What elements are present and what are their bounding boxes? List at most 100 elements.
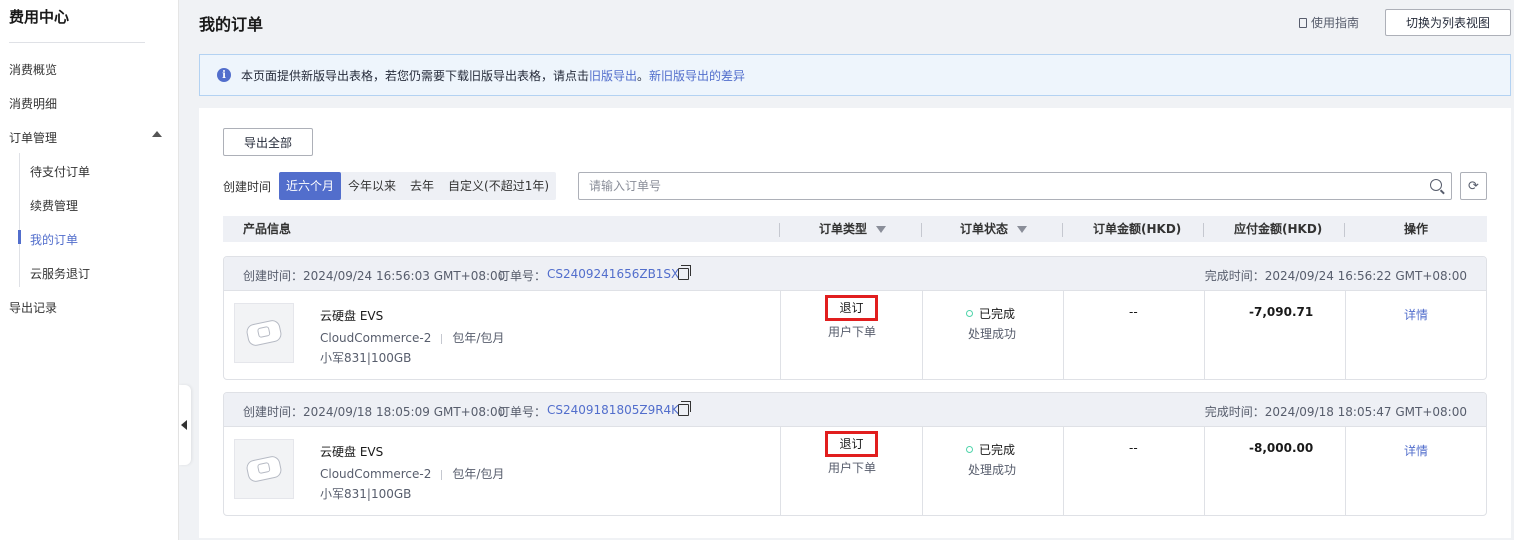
order-number-label: 订单号： (498, 405, 547, 419)
sidebar-divider (9, 42, 145, 43)
product-spec: 小军831|100GB (320, 351, 412, 365)
user-guide-link[interactable]: 使用指南 (1299, 14, 1359, 31)
status-dot-icon (966, 446, 973, 453)
column-actions: 操作 (1404, 222, 1429, 236)
order-type-highlight: 退订 (825, 295, 878, 321)
sidebar-item-renewal[interactable]: 续费管理 (30, 197, 78, 214)
cell-divider (1204, 291, 1205, 379)
time-range-last-six-months[interactable]: 近六个月 (279, 172, 342, 200)
cell-divider (922, 291, 923, 379)
time-range-this-year[interactable]: 今年以来 (341, 172, 403, 200)
filter-icon[interactable] (876, 226, 887, 233)
column-payable-amount: 应付金额(HKD) (1234, 222, 1323, 236)
page-title: 我的订单 (199, 15, 264, 34)
user-guide-label: 使用指南 (1311, 16, 1360, 30)
column-order-amount: 订单金额(HKD) (1093, 222, 1182, 236)
sidebar-item-order-management[interactable]: 订单管理 (9, 129, 57, 146)
order-status-label: 已完成 (979, 443, 1016, 457)
sidebar-item-pending-orders[interactable]: 待支付订单 (30, 163, 90, 180)
product-name: 云硬盘 EVS (320, 445, 384, 459)
order-type-highlight: 退订 (825, 431, 878, 457)
order-header: 创建时间：2024/09/24 16:56:03 GMT+08:00 订单号： … (224, 257, 1486, 291)
export-all-button[interactable]: 导出全部 (223, 128, 313, 156)
filter-icon[interactable] (1017, 226, 1028, 233)
column-separator (921, 223, 922, 237)
order-type-sub: 用户下单 (827, 461, 876, 475)
refresh-icon: ⟳ (1468, 178, 1479, 194)
product-name: 云硬盘 EVS (320, 309, 384, 323)
sidebar-item-my-orders[interactable]: 我的订单 (30, 231, 78, 248)
order-status: 已完成 (966, 305, 1015, 322)
column-order-type-label: 订单类型 (819, 222, 868, 236)
sidebar: 费用中心 消费概览 消费明细 订单管理 待支付订单 续费管理 我的订单 云服务退… (0, 0, 179, 540)
banner-text: 本页面提供新版导出表格，若您仍需要下载旧版导出表格，请点击 (241, 68, 590, 83)
payable-amount: -7,090.71 (1249, 305, 1314, 319)
product-thumbnail (234, 439, 294, 499)
column-order-status-label: 订单状态 (960, 222, 1009, 236)
sidebar-item-consumption-details[interactable]: 消费明细 (9, 95, 57, 112)
order-search-box (578, 172, 1452, 200)
sidebar-title: 费用中心 (9, 8, 70, 26)
order-completed-time: 完成时间：2024/09/18 18:05:47 GMT+08:00 (1204, 405, 1467, 419)
export-diff-link[interactable]: 新旧版导出的差异 (649, 67, 745, 84)
order-search-input[interactable] (579, 173, 1409, 199)
details-link[interactable]: 详情 (1404, 306, 1428, 323)
column-product-info: 产品信息 (243, 222, 292, 236)
table-row: 云硬盘 EVS CloudCommerce-2 包年/包月 小军831|100GB… (224, 291, 1486, 379)
product-thumbnail (234, 303, 294, 363)
time-range-custom[interactable]: 自定义(不超过1年) (441, 172, 556, 200)
sidebar-item-export-records[interactable]: 导出记录 (9, 299, 57, 316)
cell-divider (922, 427, 923, 515)
column-order-status: 订单状态 (960, 216, 1028, 242)
switch-list-view-button[interactable]: 切换为列表视图 (1385, 9, 1511, 36)
details-link[interactable]: 详情 (1404, 442, 1428, 459)
product-meta: CloudCommerce-2 包年/包月 (320, 329, 504, 346)
copy-icon[interactable] (678, 265, 691, 280)
order-status-sub: 处理成功 (968, 327, 1017, 341)
order-status: 已完成 (966, 441, 1015, 458)
copy-icon[interactable] (678, 401, 691, 416)
active-indicator (18, 230, 21, 244)
cell-divider (1345, 427, 1346, 515)
product-spec: 小军831|100GB (320, 487, 412, 501)
created-time-label: 创建时间 (223, 180, 272, 194)
table-row: 云硬盘 EVS CloudCommerce-2 包年/包月 小军831|100GB… (224, 427, 1486, 515)
order-type-sub: 用户下单 (827, 325, 876, 339)
product-region: CloudCommerce-2 (320, 331, 432, 345)
sidebar-item-consumption-overview[interactable]: 消费概览 (9, 61, 57, 78)
payable-amount: -8,000.00 (1249, 441, 1314, 455)
refresh-button[interactable]: ⟳ (1460, 172, 1487, 200)
time-range-last-year[interactable]: 去年 (403, 172, 441, 200)
status-dot-icon (966, 310, 973, 317)
cell-divider (1204, 427, 1205, 515)
column-separator (1344, 223, 1345, 237)
submenu-line (19, 153, 20, 287)
product-billing: 包年/包月 (452, 331, 505, 345)
order-header: 创建时间：2024/09/18 18:05:09 GMT+08:00 订单号： … (224, 393, 1486, 427)
order-created-time: 创建时间：2024/09/18 18:05:09 GMT+08:00 (243, 405, 506, 419)
column-separator (1062, 223, 1063, 237)
cloud-disk-icon (245, 454, 283, 484)
chevron-up-icon[interactable] (152, 131, 162, 137)
column-order-type: 订单类型 (819, 216, 887, 242)
search-icon[interactable] (1430, 179, 1442, 191)
meta-divider (441, 469, 443, 480)
order-amount: -- (1129, 305, 1138, 319)
time-range-selector: 近六个月 今年以来 去年 自定义(不超过1年) (279, 172, 557, 200)
order-number-link[interactable]: CS2409241656ZB1SX (547, 267, 679, 281)
order-status-label: 已完成 (979, 307, 1016, 321)
cell-divider (1345, 291, 1346, 379)
old-export-link[interactable]: 旧版导出 (589, 67, 637, 84)
order-number-link[interactable]: CS2409181805Z9R4K (547, 403, 679, 417)
cell-divider (1063, 291, 1064, 379)
column-separator (779, 223, 780, 237)
order-created-time: 创建时间：2024/09/24 16:56:03 GMT+08:00 (243, 269, 506, 283)
info-banner: i 本页面提供新版导出表格，若您仍需要下载旧版导出表格，请点击 旧版导出 。 新… (199, 54, 1511, 96)
sidebar-item-unsubscribe[interactable]: 云服务退订 (30, 265, 90, 282)
order-group: 创建时间：2024/09/18 18:05:09 GMT+08:00 订单号： … (223, 392, 1487, 516)
product-billing: 包年/包月 (452, 467, 505, 481)
order-status-sub: 处理成功 (968, 463, 1017, 477)
column-separator (1203, 223, 1204, 237)
chevron-left-icon (181, 420, 187, 430)
sidebar-collapse-handle[interactable] (179, 385, 191, 465)
